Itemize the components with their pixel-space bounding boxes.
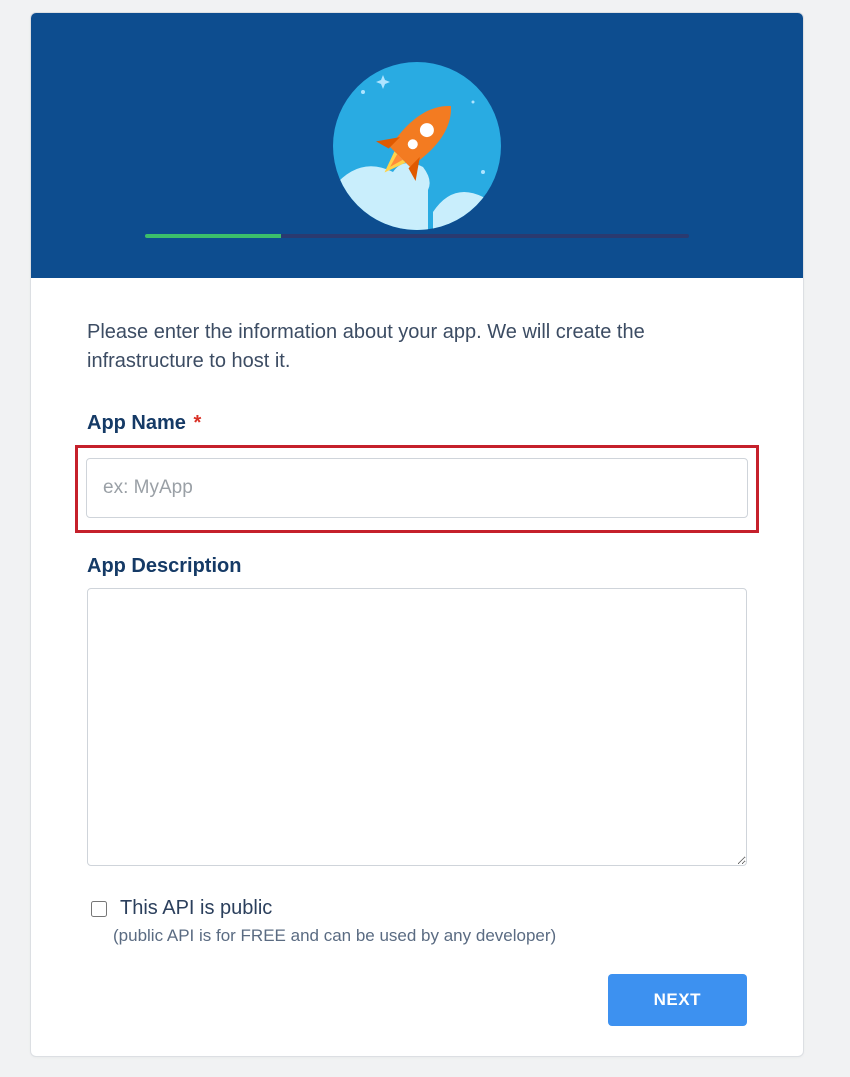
progress-fill [145, 234, 281, 238]
app-description-input[interactable] [87, 588, 747, 866]
public-api-note: (public API is for FREE and can be used … [113, 926, 747, 946]
rocket-icon [333, 62, 501, 230]
app-description-label: App Description [87, 555, 747, 578]
hero-banner [31, 13, 803, 278]
app-name-label-text: App Name [87, 412, 186, 434]
app-setup-card: Please enter the information about your … [30, 12, 804, 1057]
progress-bar [145, 234, 689, 238]
public-api-label: This API is public [120, 897, 272, 920]
intro-text: Please enter the information about your … [87, 318, 747, 376]
public-api-checkbox[interactable] [91, 901, 107, 917]
next-button[interactable]: NEXT [608, 974, 747, 1026]
app-name-highlight [75, 445, 759, 533]
app-name-input[interactable] [86, 458, 748, 518]
required-marker: * [193, 412, 201, 434]
app-name-label: App Name * [87, 412, 747, 435]
form-body: Please enter the information about your … [31, 278, 803, 1056]
